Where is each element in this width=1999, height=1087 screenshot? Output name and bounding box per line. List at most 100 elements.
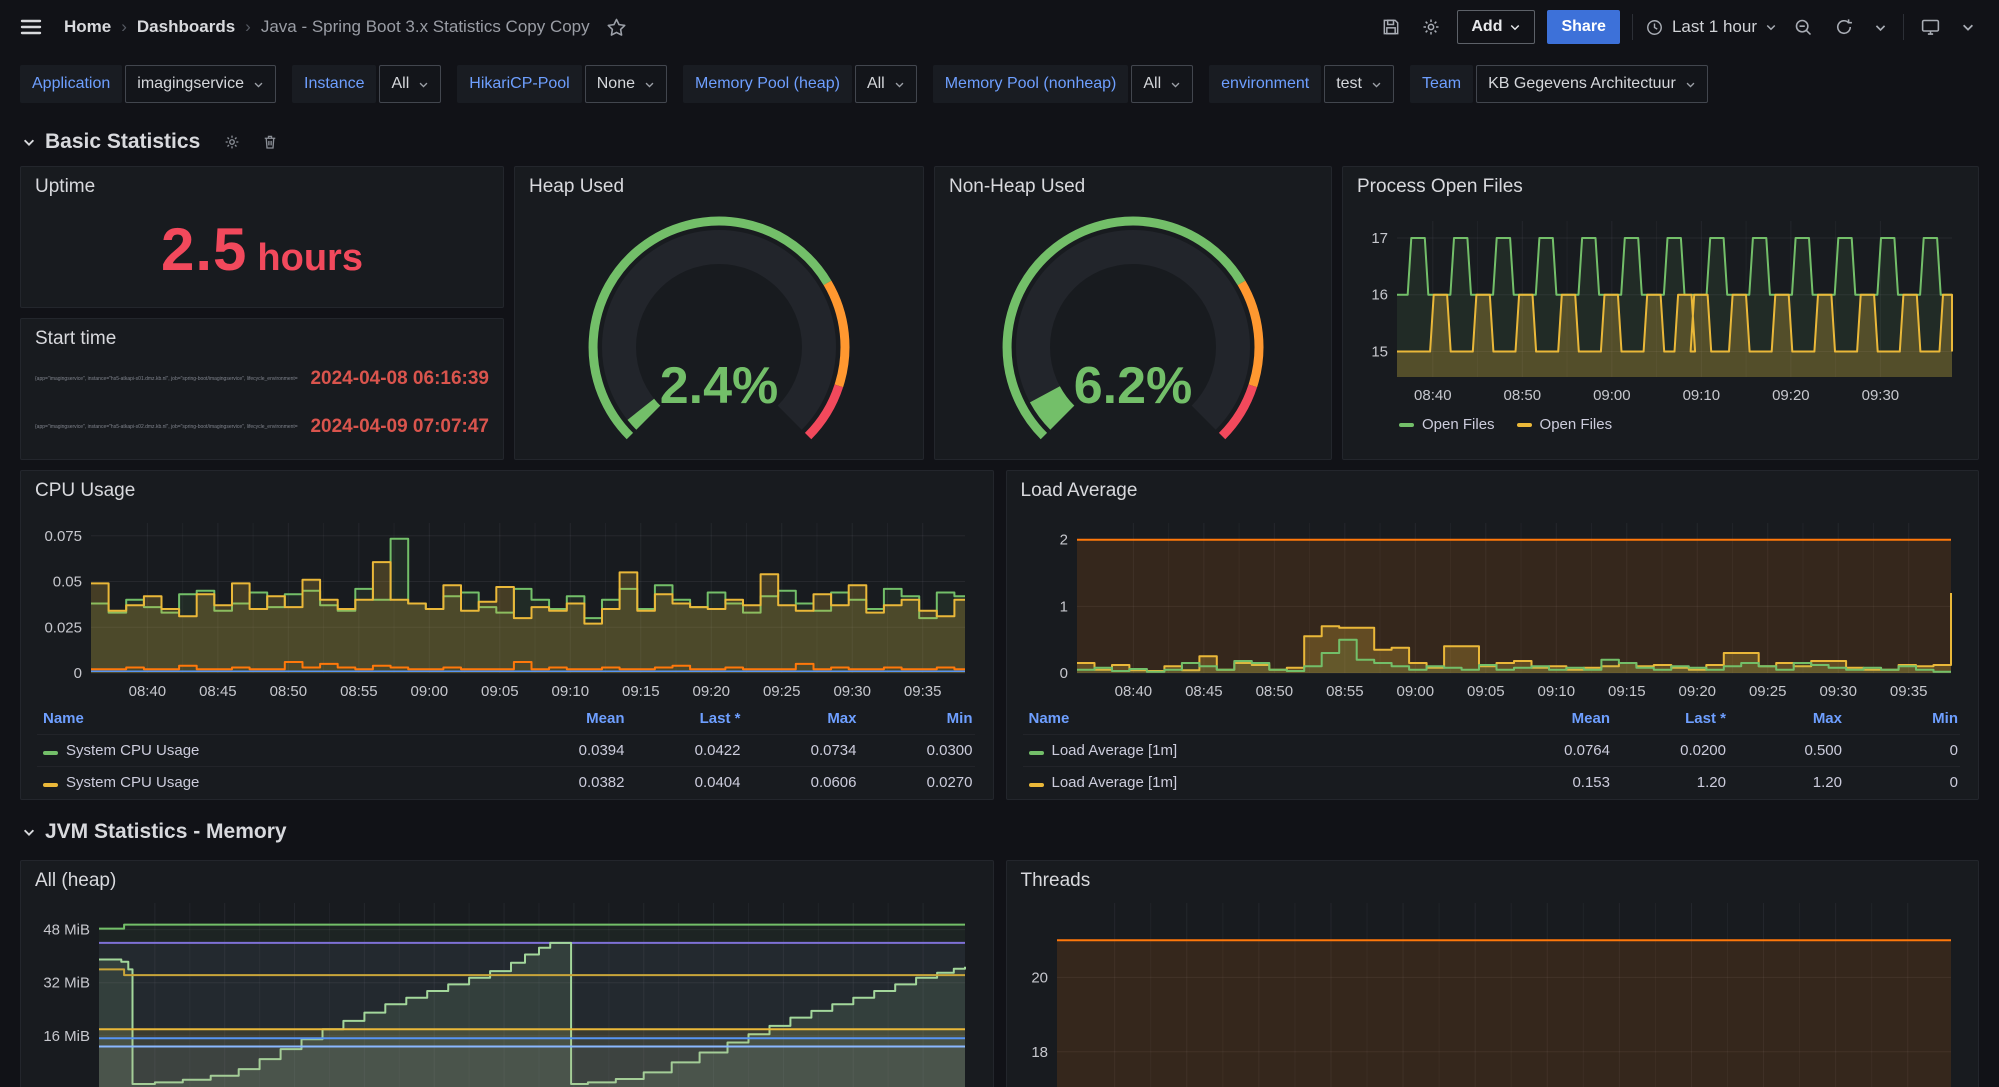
hamburger-menu-icon[interactable]	[20, 16, 42, 38]
panel-nonheap-used: Non-Heap Used 6.2%	[934, 166, 1332, 460]
variable-memory-pool-heap-value[interactable]: All	[855, 65, 917, 103]
zoom-out-time-icon[interactable]	[1789, 13, 1818, 42]
svg-text:09:10: 09:10	[1537, 683, 1575, 700]
breadcrumb-dashboard-title: Java - Spring Boot 3.x Statistics Copy C…	[261, 17, 590, 37]
panel-title[interactable]: Heap Used	[529, 175, 909, 199]
legend-series-row[interactable]: System CPU Usage0.03940.04220.07340.0300	[37, 735, 975, 767]
breadcrumb-home[interactable]: Home	[64, 17, 111, 37]
add-button[interactable]: Add	[1457, 10, 1535, 44]
panel-title[interactable]: Uptime	[35, 175, 489, 199]
svg-text:09:30: 09:30	[1862, 387, 1900, 404]
legend-column-header[interactable]: Mean	[511, 708, 627, 735]
tv-kiosk-mode-icon[interactable]	[1916, 13, 1945, 42]
legend-series-row[interactable]: System CPU Usage0.03820.04040.06060.0270	[37, 767, 975, 799]
svg-text:08:45: 08:45	[1185, 683, 1223, 700]
nonheap-used-gauge: 6.2%	[949, 201, 1317, 453]
panel-title[interactable]: Threads	[1021, 869, 1965, 893]
legend-stat-value: 0.0422	[627, 735, 743, 767]
legend-stat-value: 0.0404	[627, 767, 743, 799]
svg-text:08:40: 08:40	[1414, 387, 1452, 404]
legend-series-row[interactable]: Load Average [1m]0.07640.02000.5000	[1023, 735, 1961, 767]
dashboard-settings-gear-icon[interactable]	[1417, 13, 1445, 41]
section-title: Basic Statistics	[45, 130, 200, 154]
legend-item[interactable]: Open Files	[1399, 416, 1495, 433]
open-files-legend: Open Files Open Files	[1399, 416, 1964, 433]
breadcrumb: Home › Dashboards › Java - Spring Boot 3…	[64, 17, 590, 37]
variable-instance-label[interactable]: Instance	[292, 65, 376, 103]
panel-heap-used: Heap Used 2.4%	[514, 166, 924, 460]
row-settings-gear-icon[interactable]	[223, 133, 241, 151]
time-range-picker[interactable]: Last 1 hour	[1645, 17, 1777, 37]
collapse-topbar-chevron-icon[interactable]	[1957, 16, 1979, 38]
svg-text:08:40: 08:40	[1114, 683, 1152, 700]
svg-text:09:35: 09:35	[1889, 683, 1927, 700]
variable-environment-value[interactable]: test	[1324, 65, 1394, 103]
legend-column-header[interactable]: Max	[743, 708, 859, 735]
cpu-usage-chart[interactable]: 08:4008:4508:5008:5509:0009:0509:1009:15…	[35, 503, 975, 703]
threads-chart[interactable]: 1820	[1021, 899, 1961, 1087]
legend-column-header[interactable]: Name	[37, 708, 511, 735]
add-button-label: Add	[1471, 18, 1502, 36]
panel-title[interactable]: All (heap)	[35, 869, 979, 893]
legend-column-header[interactable]: Mean	[1496, 708, 1612, 735]
breadcrumb-dashboards[interactable]: Dashboards	[137, 17, 235, 37]
open-files-chart[interactable]: 08:4008:5009:0009:1009:2009:30151617	[1357, 207, 1962, 407]
favorite-star-icon[interactable]	[602, 13, 631, 42]
legend-column-header[interactable]: Min	[859, 708, 975, 735]
panel-title[interactable]: Non-Heap Used	[949, 175, 1317, 199]
legend-stat-value: 0	[1844, 767, 1960, 799]
section-basic-statistics[interactable]: Basic Statistics	[0, 104, 1999, 166]
legend-column-header[interactable]: Min	[1844, 708, 1960, 735]
svg-text:09:00: 09:00	[1396, 683, 1434, 700]
panel-title[interactable]: Start time	[35, 327, 489, 351]
cpu-legend-table: NameMeanLast *MaxMinSystem CPU Usage0.03…	[37, 708, 975, 798]
svg-text:09:05: 09:05	[481, 683, 519, 700]
svg-text:09:20: 09:20	[692, 683, 730, 700]
section-jvm-statistics-memory[interactable]: JVM Statistics - Memory	[0, 800, 1999, 856]
variable-memory-pool-heap-label[interactable]: Memory Pool (heap)	[683, 65, 852, 103]
series-color-swatch	[43, 783, 58, 787]
panel-title[interactable]: CPU Usage	[35, 479, 979, 503]
legend-stat-value: 0.0764	[1496, 735, 1612, 767]
legend-column-header[interactable]: Max	[1728, 708, 1844, 735]
save-dashboard-icon[interactable]	[1377, 13, 1405, 41]
svg-text:08:50: 08:50	[1504, 387, 1542, 404]
series-color-swatch	[1399, 423, 1414, 427]
svg-text:2.4%: 2.4%	[660, 357, 779, 415]
variable-environment-label[interactable]: environment	[1209, 65, 1321, 103]
variable-team-value[interactable]: KB Gegevens Architectuur	[1476, 65, 1708, 103]
svg-text:0.05: 0.05	[53, 574, 82, 591]
svg-text:09:25: 09:25	[1748, 683, 1786, 700]
share-button[interactable]: Share	[1547, 10, 1619, 44]
toolbar-divider	[1632, 14, 1633, 40]
legend-column-header[interactable]: Last *	[1612, 708, 1728, 735]
all-heap-chart[interactable]: 16 MiB32 MiB48 MiB	[35, 899, 975, 1087]
variable-memory-pool-nonheap-value[interactable]: All	[1131, 65, 1193, 103]
refresh-interval-chevron-icon[interactable]	[1870, 17, 1891, 38]
variable-hikaricp-pool-value[interactable]: None	[585, 65, 667, 103]
legend-item[interactable]: Open Files	[1517, 416, 1613, 433]
row-delete-trash-icon[interactable]	[261, 133, 279, 151]
panel-title[interactable]: Process Open Files	[1357, 175, 1964, 199]
variable-team-label[interactable]: Team	[1410, 65, 1473, 103]
refresh-icon[interactable]	[1830, 13, 1858, 41]
svg-text:09:10: 09:10	[1683, 387, 1721, 404]
variable-memory-pool-nonheap-label[interactable]: Memory Pool (nonheap)	[933, 65, 1129, 103]
legend-stat-value: 0.0734	[743, 735, 859, 767]
legend-column-header[interactable]: Name	[1023, 708, 1497, 735]
legend-stat-value: 0.0382	[511, 767, 627, 799]
variable-instance-value[interactable]: All	[379, 65, 441, 103]
panel-start-time: Start time {app="imagingservice", instan…	[20, 318, 504, 460]
legend-stat-value: 0.153	[1496, 767, 1612, 799]
legend-series-row[interactable]: Load Average [1m]0.1531.201.200	[1023, 767, 1961, 799]
variable-application-label[interactable]: Application	[20, 65, 122, 103]
variable-application-value[interactable]: imagingservice	[125, 65, 276, 103]
chevron-down-icon	[418, 79, 429, 90]
toolbar-divider	[1903, 14, 1904, 40]
svg-text:18: 18	[1031, 1044, 1048, 1061]
svg-text:32 MiB: 32 MiB	[43, 975, 90, 992]
variable-hikaricp-pool-label[interactable]: HikariCP-Pool	[457, 65, 581, 103]
panel-title[interactable]: Load Average	[1021, 479, 1965, 503]
legend-column-header[interactable]: Last *	[627, 708, 743, 735]
load-average-chart[interactable]: 08:4008:4508:5008:5509:0009:0509:1009:15…	[1021, 503, 1961, 703]
